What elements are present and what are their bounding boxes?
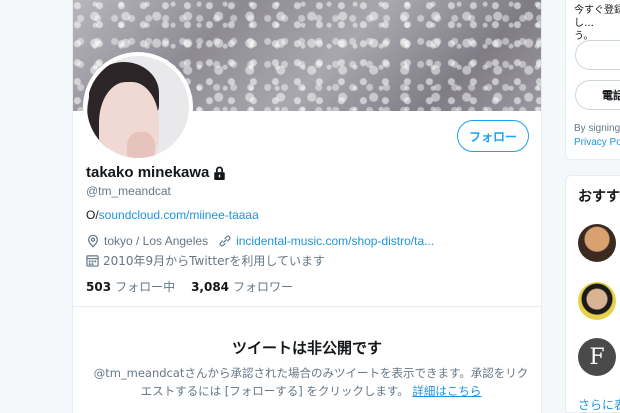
details-link[interactable]: 詳細はこちら xyxy=(412,384,481,398)
show-more-link[interactable]: さらに表 xyxy=(578,396,620,413)
bio-link[interactable]: soundcloud.com/miinee-taaaa xyxy=(99,208,259,222)
calendar-icon xyxy=(86,255,99,267)
page: フォロー takako minekawa @tm_meandcat O/soun… xyxy=(0,0,620,413)
signup-card: 今すぐ登録し… う。 電話 By signing Privacy Po xyxy=(565,0,620,160)
followers-stat[interactable]: 3,084 フォロワー xyxy=(191,278,293,295)
profile-bio: O/soundcloud.com/miinee-taaaa xyxy=(86,208,259,222)
location-icon xyxy=(88,234,98,248)
phone-signup-button[interactable]: 電話 xyxy=(575,80,620,110)
profile-avatar[interactable] xyxy=(83,52,193,162)
profile-website-link[interactable]: incidental-music.com/shop-distro/ta... xyxy=(236,234,434,248)
divider xyxy=(73,306,541,307)
terms-text: By signing Privacy Po xyxy=(574,123,620,148)
profile-column: フォロー takako minekawa @tm_meandcat O/soun… xyxy=(72,0,542,413)
profile-joined: 2010年9月からTwitterを利用しています xyxy=(86,252,325,269)
profile-stats: 503 フォロー中 3,084 フォロワー xyxy=(86,278,293,295)
signup-button[interactable] xyxy=(575,40,620,70)
suggested-user-avatar[interactable] xyxy=(578,224,616,262)
profile-meta: tokyo / Los Angeles incidental-music.com… xyxy=(86,234,434,248)
profile-location: tokyo / Los Angeles xyxy=(104,234,209,248)
lock-icon xyxy=(214,166,226,180)
signup-text: 今すぐ登録し… う。 xyxy=(574,5,620,42)
private-notice-message: @tm_meandcatさんから承認された場合のみツイートを表示できます。承認を… xyxy=(93,366,529,398)
display-name: takako minekawa xyxy=(86,164,210,181)
privacy-link[interactable]: Privacy Po xyxy=(574,137,620,148)
suggestions-card: おすす F さらに表 xyxy=(565,175,620,413)
name-row: takako minekawa xyxy=(86,164,226,181)
bio-prefix: O/ xyxy=(86,208,99,222)
link-icon xyxy=(219,235,231,247)
joined-text: 2010年9月からTwitterを利用しています xyxy=(103,254,326,268)
following-stat[interactable]: 503 フォロー中 xyxy=(86,278,175,295)
profile-handle: @tm_meandcat xyxy=(86,184,171,198)
suggested-user-avatar[interactable] xyxy=(578,282,616,320)
suggestions-title: おすす xyxy=(578,189,620,205)
private-notice-title: ツイートは非公開です xyxy=(231,339,382,357)
follow-button[interactable]: フォロー xyxy=(457,120,529,152)
suggested-user-avatar[interactable]: F xyxy=(578,338,616,376)
right-sidebar: 今すぐ登録し… う。 電話 By signing Privacy Po おすす F… xyxy=(565,0,620,413)
